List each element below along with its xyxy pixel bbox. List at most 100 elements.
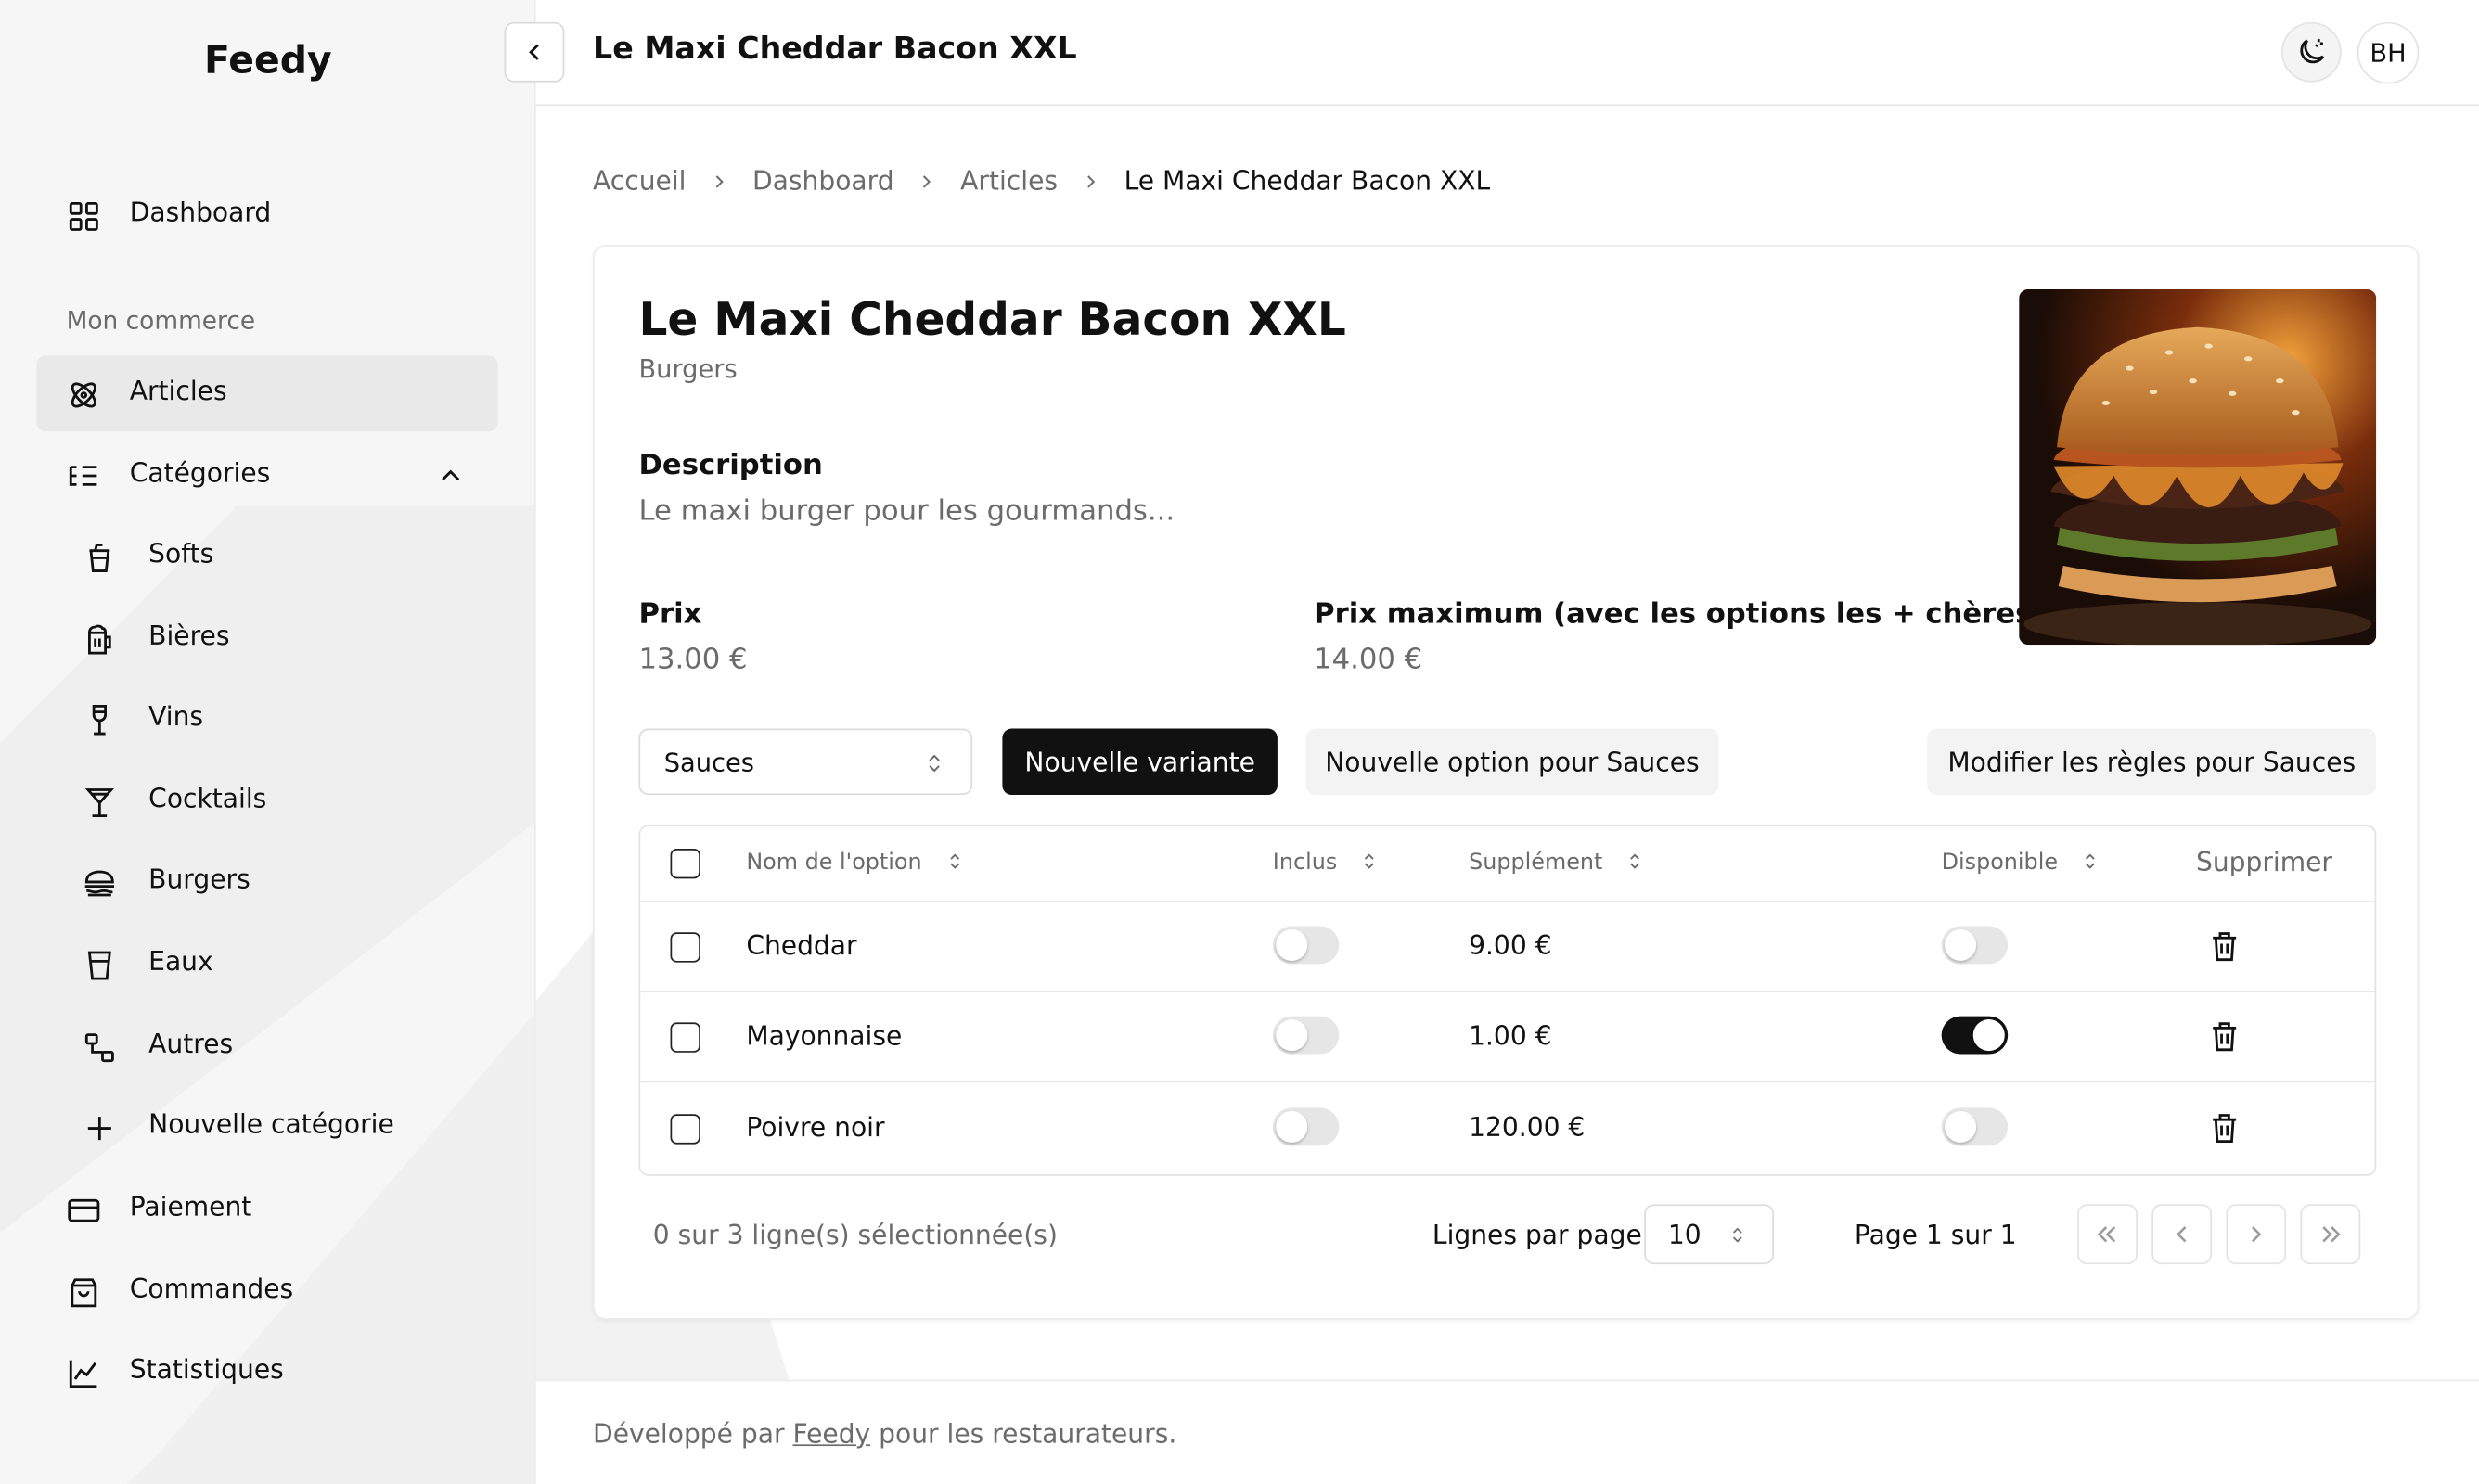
option-name: Mayonnaise <box>746 1020 903 1052</box>
sidebar-item-label: Burgers <box>148 864 250 895</box>
sidebar-item-eaux[interactable]: Eaux <box>36 926 498 1002</box>
previous-page-button[interactable] <box>2151 1204 2213 1265</box>
rows-per-page-value: 10 <box>1667 1220 1702 1250</box>
topbar: Le Maxi Cheddar Bacon XXL BH <box>504 0 2479 107</box>
sidebar-item-label: Nouvelle catégorie <box>148 1109 394 1140</box>
price-value: 13.00 € <box>638 643 748 677</box>
footer-prefix: Développé par <box>593 1419 785 1450</box>
column-header-label: Supplément <box>1469 850 1603 876</box>
available-toggle[interactable] <box>1941 926 2009 965</box>
last-page-button[interactable] <box>2300 1204 2361 1265</box>
option-group-select[interactable]: Sauces <box>638 728 973 796</box>
edit-rules-button[interactable]: Modifier les règles pour Sauces <box>1927 728 2377 796</box>
table-row: Mayonnaise 1.00 € <box>640 992 2375 1083</box>
chevron-right-icon <box>1087 174 1096 187</box>
shopping-bag-icon <box>71 1278 97 1308</box>
new-variant-button[interactable]: Nouvelle variante <box>1002 728 1278 796</box>
sidebar-item-label: Softs <box>148 539 214 569</box>
shapes-icon <box>84 1033 114 1063</box>
trash-icon[interactable] <box>2207 1019 2241 1054</box>
sort-icon <box>949 853 959 869</box>
select-all-checkbox[interactable] <box>670 848 700 879</box>
sidebar-item-label: Dashboard <box>129 197 272 228</box>
sidebar: Feedy Dashboard Mon commerce Articles Ca… <box>0 0 536 1484</box>
sidebar-item-cocktails[interactable]: Cocktails <box>36 763 498 839</box>
column-header-label: Inclus <box>1272 850 1338 876</box>
sidebar-item-label: Catégories <box>129 458 271 489</box>
collapse-sidebar-button[interactable] <box>504 21 565 83</box>
column-header-label: Nom de l'option <box>746 850 922 876</box>
row-checkbox[interactable] <box>670 1114 700 1145</box>
trash-icon[interactable] <box>2207 1111 2241 1145</box>
column-header-included[interactable]: Inclus <box>1273 851 1380 876</box>
page-indicator: Page 1 sur 1 <box>1854 1220 2017 1250</box>
theme-toggle-button[interactable] <box>2281 21 2342 83</box>
brand-logo[interactable]: Feedy <box>0 38 534 83</box>
articles-icon <box>71 382 96 408</box>
option-supplement: 120.00 € <box>1469 1112 1586 1143</box>
product-category: Burgers <box>638 353 738 385</box>
moon-sun-icon <box>2300 39 2325 64</box>
next-page-button[interactable] <box>2226 1204 2287 1265</box>
sidebar-item-label: Commandes <box>129 1273 294 1304</box>
sidebar-item-articles[interactable]: Articles <box>36 355 498 432</box>
price-label: Prix <box>638 597 702 631</box>
breadcrumb-link-accueil[interactable]: Accueil <box>593 166 686 196</box>
column-header-name[interactable]: Nom de l'option <box>746 851 963 876</box>
option-supplement: 9.00 € <box>1469 930 1552 961</box>
table-row: Cheddar 9.00 € <box>640 902 2375 993</box>
wine-glass-icon <box>92 704 108 736</box>
row-checkbox[interactable] <box>670 1022 700 1053</box>
description-label: Description <box>638 448 823 482</box>
included-toggle[interactable] <box>1272 1016 1340 1055</box>
breadcrumb-link-articles[interactable]: Articles <box>960 166 1058 196</box>
new-option-button[interactable]: Nouvelle option pour Sauces <box>1305 728 1719 796</box>
column-header-label: Disponible <box>1941 850 2059 876</box>
selection-count: 0 sur 3 ligne(s) sélectionnée(s) <box>652 1220 1058 1250</box>
sidebar-item-burgers[interactable]: Burgers <box>36 844 498 920</box>
first-page-button[interactable] <box>2077 1204 2138 1265</box>
sidebar-item-vins[interactable]: Vins <box>36 681 498 757</box>
sidebar-item-nouvelle-categorie[interactable]: Nouvelle catégorie <box>36 1089 498 1165</box>
rows-per-page-select[interactable]: 10 <box>1644 1204 1775 1265</box>
user-avatar[interactable]: BH <box>2357 21 2420 84</box>
cocktail-icon <box>84 788 114 818</box>
row-checkbox[interactable] <box>670 932 700 963</box>
available-toggle[interactable] <box>1941 1016 2009 1055</box>
line-chart-icon <box>69 1360 97 1388</box>
sidebar-item-paiement[interactable]: Paiement <box>36 1171 498 1247</box>
sidebar-item-dashboard[interactable]: Dashboard <box>36 177 498 253</box>
breadcrumb-link-dashboard[interactable]: Dashboard <box>752 166 894 196</box>
trash-icon[interactable] <box>2207 929 2241 964</box>
sidebar-item-categories[interactable]: Catégories <box>36 438 498 514</box>
option-name: Poivre noir <box>746 1112 885 1143</box>
available-toggle[interactable] <box>1941 1107 2009 1146</box>
sort-icon <box>1365 853 1375 869</box>
chevron-right-icon <box>923 174 931 187</box>
product-image[interactable] <box>2019 288 2377 646</box>
option-group-select-value: Sauces <box>663 747 754 778</box>
chevrons-left-icon <box>2097 1226 2116 1243</box>
sidebar-item-bieres[interactable]: Bières <box>36 600 498 676</box>
sidebar-item-autres[interactable]: Autres <box>36 1008 498 1084</box>
column-header-available[interactable]: Disponible <box>1942 851 2100 876</box>
chevrons-up-down-icon <box>1732 1227 1742 1243</box>
table-row: Poivre noir 120.00 € <box>640 1084 2374 1174</box>
column-header-supplement[interactable]: Supplément <box>1469 851 1644 876</box>
sidebar-item-commandes[interactable]: Commandes <box>36 1253 498 1329</box>
sidebar-item-statistiques[interactable]: Statistiques <box>36 1334 498 1410</box>
chevrons-up-down-icon <box>929 754 940 773</box>
dashboard-grid-icon <box>69 201 98 231</box>
sidebar-item-softs[interactable]: Softs <box>36 518 498 595</box>
included-toggle[interactable] <box>1272 1107 1340 1146</box>
burger-icon <box>84 870 114 897</box>
footer-suffix: pour les restaurateurs. <box>879 1419 1177 1450</box>
max-price-value: 14.00 € <box>1314 643 1423 677</box>
beer-icon <box>88 624 111 655</box>
footer-feedy-link[interactable]: Feedy <box>792 1419 870 1449</box>
included-toggle[interactable] <box>1272 926 1340 965</box>
section-label-commerce: Mon commerce <box>66 306 256 336</box>
option-name: Cheddar <box>746 930 857 961</box>
chevron-up-icon[interactable] <box>435 460 467 492</box>
burger-photo <box>2019 288 2377 646</box>
